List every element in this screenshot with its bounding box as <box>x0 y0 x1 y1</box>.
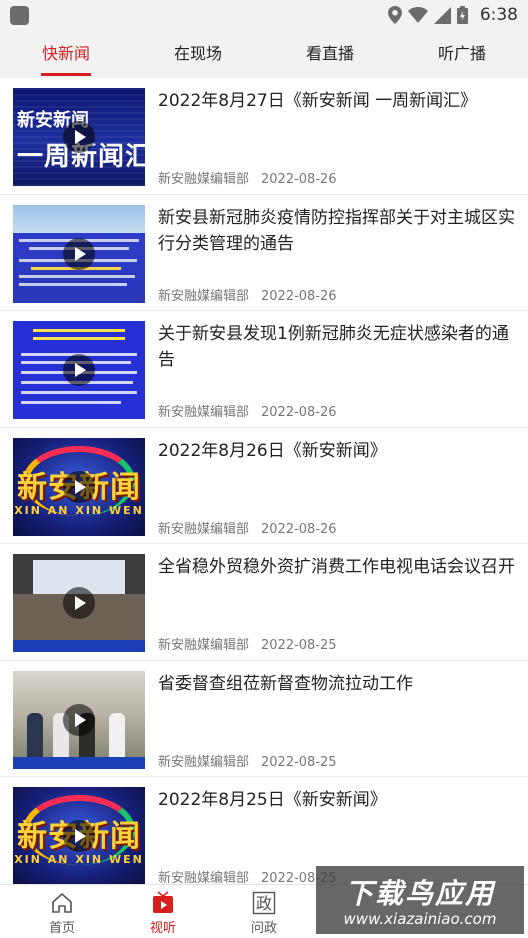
news-title: 新安县新冠肺炎疫情防控指挥部关于对主城区实行分类管理的通告 <box>158 207 515 254</box>
status-icons: 6:38 <box>387 4 518 26</box>
play-icon[interactable] <box>63 121 95 153</box>
status-bar: 6:38 <box>0 0 528 32</box>
news-source: 新安融媒编辑部 <box>158 638 250 653</box>
watermark-url: www.xiazainiao.com <box>343 910 497 928</box>
news-meta: 新安融媒编辑部 2022-08-26 <box>158 401 337 420</box>
nav-video-label: 视听 <box>149 921 176 936</box>
news-meta: 新安融媒编辑部 2022-08-26 <box>158 518 337 537</box>
news-thumbnail[interactable] <box>13 554 145 652</box>
nav-home-label: 首页 <box>48 921 75 936</box>
nav-politics[interactable]: 政 问政 <box>234 891 294 936</box>
news-source: 新安融媒编辑部 <box>158 521 250 537</box>
tab-on-site[interactable]: 在现场 <box>132 32 264 78</box>
news-title: 2022年8月26日《新安新闻》 <box>158 440 387 461</box>
news-thumbnail[interactable] <box>13 204 145 303</box>
nav-home[interactable]: 首页 <box>32 891 92 936</box>
app-notification-icon <box>10 6 29 25</box>
thumbnail-text: XIN AN XIN WEN <box>14 853 144 866</box>
tab-live[interactable]: 看直播 <box>264 32 396 78</box>
news-meta: 新安融媒编辑部 2022-08-26 <box>158 168 337 187</box>
play-icon[interactable] <box>63 820 95 852</box>
news-thumbnail[interactable] <box>13 670 145 769</box>
news-source: 新安融媒编辑部 <box>158 405 250 420</box>
news-thumbnail[interactable]: 新安新闻 一周新闻汇 <box>13 88 145 186</box>
news-item[interactable]: 新安新闻 XIN AN XIN WEN 2022年8月26日《新安新闻》 新安融… <box>0 428 528 544</box>
news-item[interactable]: 新安县新冠肺炎疫情防控指挥部关于对主城区实行分类管理的通告 新安融媒编辑部 202… <box>0 195 528 311</box>
news-source: 新安融媒编辑部 <box>158 172 250 187</box>
news-title: 省委督查组莅新督查物流拉动工作 <box>158 673 413 694</box>
news-item[interactable]: 全省稳外贸稳外资扩消费工作电视电话会议召开 新安融媒编辑部 2022-08-25 <box>0 544 528 661</box>
play-icon[interactable] <box>63 354 95 386</box>
news-date: 2022-08-26 <box>261 288 337 304</box>
top-tab-bar: 快新闻 在现场 看直播 听广播 <box>0 32 528 78</box>
watermark-logo: 下载鸟应用 www.xiazainiao.com <box>316 866 524 934</box>
news-meta: 新安融媒编辑部 2022-08-25 <box>158 867 337 884</box>
news-title: 关于新安县发现1例新冠肺炎无症状感染者的通告 <box>158 324 509 370</box>
news-date: 2022-08-25 <box>261 754 337 770</box>
video-icon <box>153 891 173 913</box>
news-source: 新安融媒编辑部 <box>158 754 250 770</box>
news-title: 2022年8月25日《新安新闻》 <box>158 790 387 810</box>
play-icon[interactable] <box>63 237 95 270</box>
news-thumbnail[interactable]: 新安新闻 XIN AN XIN WEN <box>13 437 145 536</box>
tab-quick-news[interactable]: 快新闻 <box>0 32 132 78</box>
news-source: 新安融媒编辑部 <box>158 288 250 304</box>
news-item[interactable]: 省委督查组莅新督查物流拉动工作 新安融媒编辑部 2022-08-25 <box>0 661 528 777</box>
status-time: 6:38 <box>479 5 518 25</box>
svg-text:政: 政 <box>256 894 272 913</box>
news-title: 全省稳外贸稳外资扩消费工作电视电话会议召开 <box>158 557 515 577</box>
thumbnail-text: XIN AN XIN WEN <box>14 503 144 517</box>
news-item[interactable]: 新安新闻 一周新闻汇 2022年8月27日《新安新闻 一周新闻汇》 新安融媒编辑… <box>0 78 528 195</box>
nav-video[interactable]: 视听 <box>133 891 193 936</box>
news-source: 新安融媒编辑部 <box>158 871 250 884</box>
politics-icon: 政 <box>252 891 276 915</box>
news-date: 2022-08-26 <box>261 172 337 187</box>
tab-radio[interactable]: 听广播 <box>396 32 528 78</box>
news-item[interactable]: 关于新安县发现1例新冠肺炎无症状感染者的通告 新安融媒编辑部 2022-08-26 <box>0 311 528 428</box>
news-thumbnail[interactable] <box>13 321 145 419</box>
news-meta: 新安融媒编辑部 2022-08-25 <box>158 751 337 770</box>
nav-politics-label: 问政 <box>250 921 277 936</box>
news-thumbnail[interactable]: 新安新闻 XIN AN XIN WEN <box>13 787 145 884</box>
news-meta: 新安融媒编辑部 2022-08-25 <box>158 634 337 653</box>
news-date: 2022-08-26 <box>261 405 337 420</box>
news-meta: 新安融媒编辑部 2022-08-26 <box>158 285 337 304</box>
wifi-icon <box>407 7 428 23</box>
signal-icon <box>433 6 451 24</box>
play-icon[interactable] <box>63 703 95 736</box>
watermark-text: 下载鸟应用 <box>344 877 495 910</box>
news-date: 2022-08-26 <box>261 521 337 537</box>
news-date: 2022-08-25 <box>261 638 337 653</box>
location-icon <box>387 6 402 24</box>
home-icon <box>52 893 72 913</box>
news-title: 2022年8月27日《新安新闻 一周新闻汇》 <box>158 91 478 111</box>
play-icon[interactable] <box>63 470 95 503</box>
battery-icon <box>456 6 468 24</box>
play-icon[interactable] <box>63 587 95 619</box>
news-list: 新安新闻 一周新闻汇 2022年8月27日《新安新闻 一周新闻汇》 新安融媒编辑… <box>0 78 528 884</box>
